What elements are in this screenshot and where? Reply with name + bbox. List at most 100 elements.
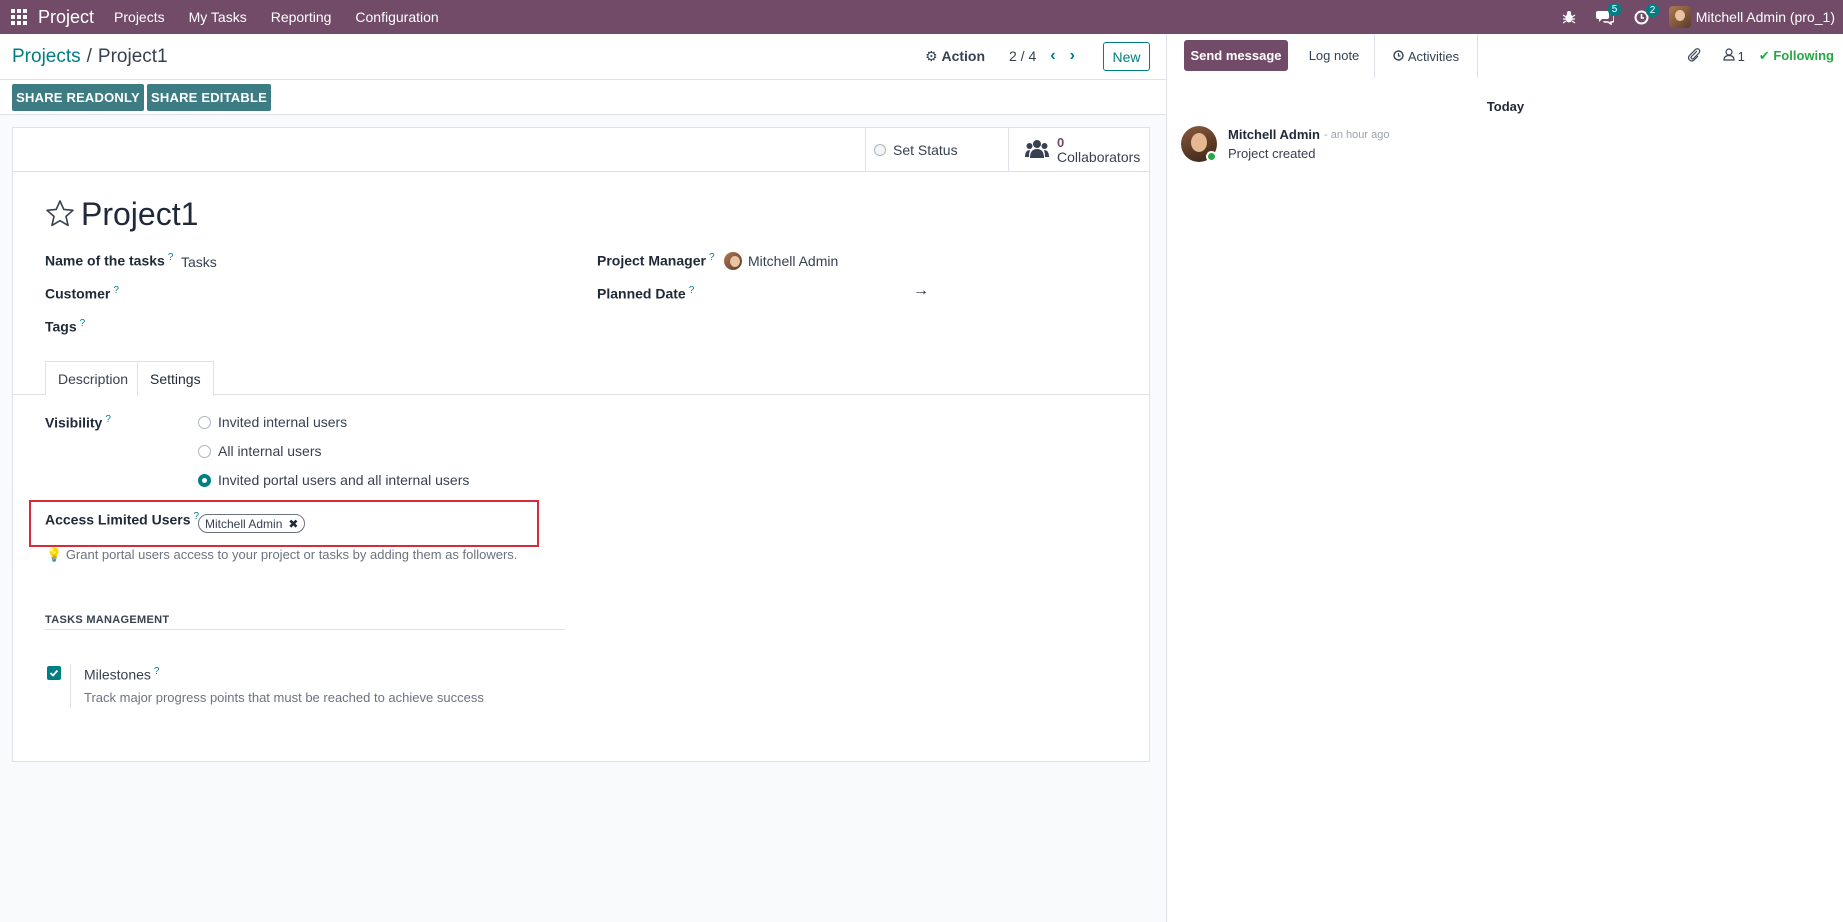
user-avatar [1668,6,1691,28]
project-manager-label: Project Manager? [597,252,715,269]
planned-date-label: Planned Date? [597,285,695,302]
pager-value[interactable]: 2 / 4 [1009,48,1036,64]
followers-button[interactable]: 1 [1722,48,1745,64]
customer-input[interactable] [181,285,521,303]
notebook-tabs: Description Settings [13,361,1149,396]
milestones-description: Track major progress points that must be… [84,690,484,705]
followers-count: 1 [1737,48,1745,64]
message-time: - an hour ago [1324,129,1390,141]
tab-settings[interactable]: Settings [137,361,214,396]
lightbulb-icon: 💡 [46,547,63,562]
tag-label: Mitchell Admin [205,516,283,531]
activities-count-badge: 2 [1645,3,1660,17]
checkmark-icon [49,669,59,677]
breadcrumb-projects[interactable]: Projects [12,46,81,67]
nav-item-reporting[interactable]: Reporting [271,9,332,25]
form-sheet: Set Status 0 Collaborators Project1 Name… [12,127,1150,762]
app-name[interactable]: Project [38,7,94,28]
log-note-button[interactable]: Log note [1294,40,1374,71]
remove-tag-icon[interactable]: ✖ [288,517,298,531]
chatter-topbar: Send message Log note Activities 1 ✔ Fol… [1167,34,1843,78]
apps-menu-icon[interactable] [4,0,34,34]
milestones-label: Milestones? [84,666,160,683]
favorite-star-icon[interactable] [45,199,75,230]
control-panel: Projects / Project1 ⚙ Action 2 / 4 ‹ › New [0,34,1166,80]
pager-next-icon[interactable]: › [1070,48,1075,64]
user-name: Mitchell Admin (pro_1) [1695,9,1835,25]
share-readonly-button[interactable]: SHARE READONLY [12,84,144,111]
activities-clock-icon[interactable]: 2 [1634,3,1660,25]
visibility-label: Visibility? [45,414,111,431]
project-title[interactable]: Project1 [81,196,198,233]
clock-icon [1393,49,1404,64]
date-range-arrow-icon: → [913,282,929,299]
tags-input[interactable] [181,318,521,336]
share-editable-button[interactable]: SHARE EDITABLE [147,84,271,111]
message-author[interactable]: Mitchell Admin [1228,127,1320,142]
following-button[interactable]: ✔ Following [1759,48,1834,64]
access-hint-text: Grant portal users access to your projec… [65,547,518,562]
milestones-checkbox[interactable] [47,666,61,680]
users-icon [1025,138,1049,163]
collaborators-button[interactable]: 0 Collaborators [1008,128,1149,172]
access-hint: 💡 Grant portal users access to your proj… [46,547,517,563]
tab-description[interactable]: Description [45,361,142,395]
status-circle-icon [874,144,886,156]
visibility-option-label: Invited internal users [218,414,348,430]
chatter-right-tools: 1 ✔ Following [1687,47,1834,65]
send-message-button[interactable]: Send message [1184,40,1288,71]
radio-button[interactable] [198,415,211,429]
tasks-management-section-title: TASKS MANAGEMENT [45,614,170,626]
radio-button[interactable] [198,444,211,458]
title-row: Project1 [45,196,198,233]
access-limited-users-label: Access Limited Users? [45,511,200,528]
breadcrumb: Projects / Project1 [12,46,168,68]
activities-label: Activities [1407,48,1460,64]
visibility-option-invited-internal[interactable]: Invited internal users [198,414,347,430]
radio-button-checked[interactable] [198,473,211,487]
share-bar: SHARE READONLY SHARE EDITABLE [0,80,1166,115]
paperclip-icon[interactable] [1687,47,1701,65]
breadcrumb-current: Project1 [97,46,168,67]
user-menu[interactable]: Mitchell Admin (pro_1) [1668,6,1835,28]
access-limited-user-tag: Mitchell Admin ✖ [198,514,306,533]
customer-label: Customer? [45,285,119,302]
collaborators-count: 0 [1057,135,1065,150]
following-label: Following [1773,48,1834,63]
set-status-label: Set Status [893,142,958,158]
name-of-tasks-value[interactable]: Tasks [181,254,217,270]
online-status-icon [1206,151,1217,162]
user-icon [1722,48,1735,64]
action-menu-button[interactable]: ⚙ Action [925,48,985,65]
visibility-option-portal-and-internal[interactable]: Invited portal users and all internal us… [198,472,469,488]
visibility-option-all-internal[interactable]: All internal users [198,443,322,459]
new-button[interactable]: New [1103,42,1150,71]
form-statusbar: Set Status 0 Collaborators [13,128,1149,172]
nav-item-configuration[interactable]: Configuration [355,9,438,25]
project-manager-field[interactable]: Mitchell Admin [724,252,838,270]
messages-icon[interactable]: 5 [1595,3,1622,25]
nav-item-my-tasks[interactable]: My Tasks [189,9,247,25]
visibility-option-label: Invited portal users and all internal us… [218,472,470,488]
tags-label: Tags? [45,318,86,335]
name-of-tasks-label: Name of the tasks? [45,252,174,269]
messages-count-badge: 5 [1607,3,1622,16]
chatter-panel: Send message Log note Activities 1 ✔ Fol… [1166,34,1843,922]
collaborators-label: Collaborators [1057,149,1141,165]
visibility-option-label: All internal users [218,443,322,459]
check-icon: ✔ [1758,48,1770,63]
project-manager-value: Mitchell Admin [748,253,839,269]
nav-item-projects[interactable]: Projects [114,9,165,25]
set-status-button[interactable]: Set Status [865,128,1008,172]
section-divider [45,629,565,630]
gear-icon: ⚙ [925,48,938,64]
manager-avatar [724,252,742,270]
bug-icon[interactable] [1562,10,1576,24]
pager-previous-icon[interactable]: ‹ [1050,48,1055,64]
top-navbar: Project Projects My Tasks Reporting Conf… [0,0,1843,34]
activities-button[interactable]: Activities [1374,34,1478,78]
breadcrumb-separator: / [86,46,92,67]
pager: 2 / 4 ‹ › [1009,48,1075,65]
date-separator: Today [1486,99,1525,114]
setting-divider [70,664,71,708]
